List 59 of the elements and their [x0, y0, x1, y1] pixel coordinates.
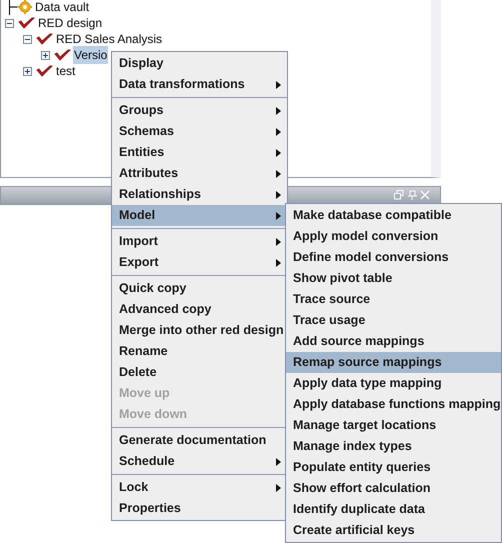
menu-item[interactable]: Apply model conversion: [286, 226, 501, 247]
checkmark-icon: [36, 65, 53, 77]
menu-item[interactable]: Rename: [112, 341, 287, 362]
menu-item[interactable]: Properties: [112, 498, 287, 519]
tree-item[interactable]: RED design: [37, 14, 104, 32]
submenu-arrow-icon: [276, 106, 281, 114]
tree-item[interactable]: Versio: [73, 46, 108, 64]
menu-item[interactable]: Model: [112, 205, 287, 226]
menu-item[interactable]: Data transformations: [112, 74, 287, 95]
menu-item[interactable]: Make database compatible: [286, 205, 501, 226]
tree-item[interactable]: Data vault: [34, 0, 90, 16]
menu-item[interactable]: Remap source mappings: [286, 352, 501, 373]
submenu-arrow-icon: [276, 190, 281, 198]
menu-item[interactable]: Apply data type mapping: [286, 373, 501, 394]
checkmark-icon: [54, 49, 71, 61]
menu-item[interactable]: Entities: [112, 142, 287, 163]
submenu-arrow-icon: [276, 148, 281, 156]
menu-item[interactable]: Schemas: [112, 121, 287, 142]
menu-item[interactable]: Display: [112, 53, 287, 74]
menu-item[interactable]: Define model conversions: [286, 247, 501, 268]
tree-item[interactable]: test: [55, 62, 76, 80]
menu-item[interactable]: Merge into other red design: [112, 320, 287, 341]
menu-item[interactable]: Create artificial keys: [286, 520, 501, 541]
submenu-arrow-icon: [276, 170, 281, 178]
submenu-arrow-icon: [276, 238, 281, 246]
menu-item[interactable]: Schedule: [112, 451, 287, 472]
checkmark-icon: [36, 33, 53, 45]
tree-item[interactable]: RED Sales Analysis: [55, 30, 164, 48]
menu-item[interactable]: Manage target locations: [286, 415, 501, 436]
checkmark-icon: [18, 17, 35, 29]
menu-item[interactable]: Groups: [112, 100, 287, 121]
expand-icon[interactable]: [41, 50, 50, 60]
collapse-icon[interactable]: [5, 18, 14, 28]
submenu-arrow-icon: [276, 258, 281, 266]
menu-item[interactable]: Trace source: [286, 289, 501, 310]
menu-item[interactable]: Export: [112, 252, 287, 273]
menu-item[interactable]: Advanced copy: [112, 299, 287, 320]
menu-item[interactable]: Lock: [112, 477, 287, 498]
menu-item[interactable]: Attributes: [112, 163, 287, 184]
menu-item[interactable]: Show pivot table: [286, 268, 501, 289]
expand-icon[interactable]: [23, 66, 32, 76]
menu-item[interactable]: Show effort calculation: [286, 478, 501, 499]
collapse-icon[interactable]: [23, 34, 32, 44]
submenu-arrow-icon: [276, 80, 281, 88]
menu-item[interactable]: Import: [112, 231, 287, 252]
menu-item[interactable]: Apply database functions mapping: [286, 394, 501, 415]
submenu-arrow-icon: [276, 484, 281, 492]
menu-item[interactable]: Identify duplicate data: [286, 499, 501, 520]
menu-item[interactable]: Relationships: [112, 184, 287, 205]
menu-item[interactable]: Manage index types: [286, 436, 501, 457]
menu-item[interactable]: Add source mappings: [286, 331, 501, 352]
menu-item[interactable]: Trace usage: [286, 310, 501, 331]
menu-item[interactable]: Quick copy: [112, 278, 287, 299]
menu-item[interactable]: Delete: [112, 362, 287, 383]
menu-item[interactable]: Generate documentation: [112, 430, 287, 451]
submenu-arrow-icon: [276, 458, 281, 466]
menu-item[interactable]: Populate entity queries: [286, 457, 501, 478]
submenu-arrow-icon: [276, 128, 281, 136]
submenu-arrow-icon: [276, 212, 281, 220]
